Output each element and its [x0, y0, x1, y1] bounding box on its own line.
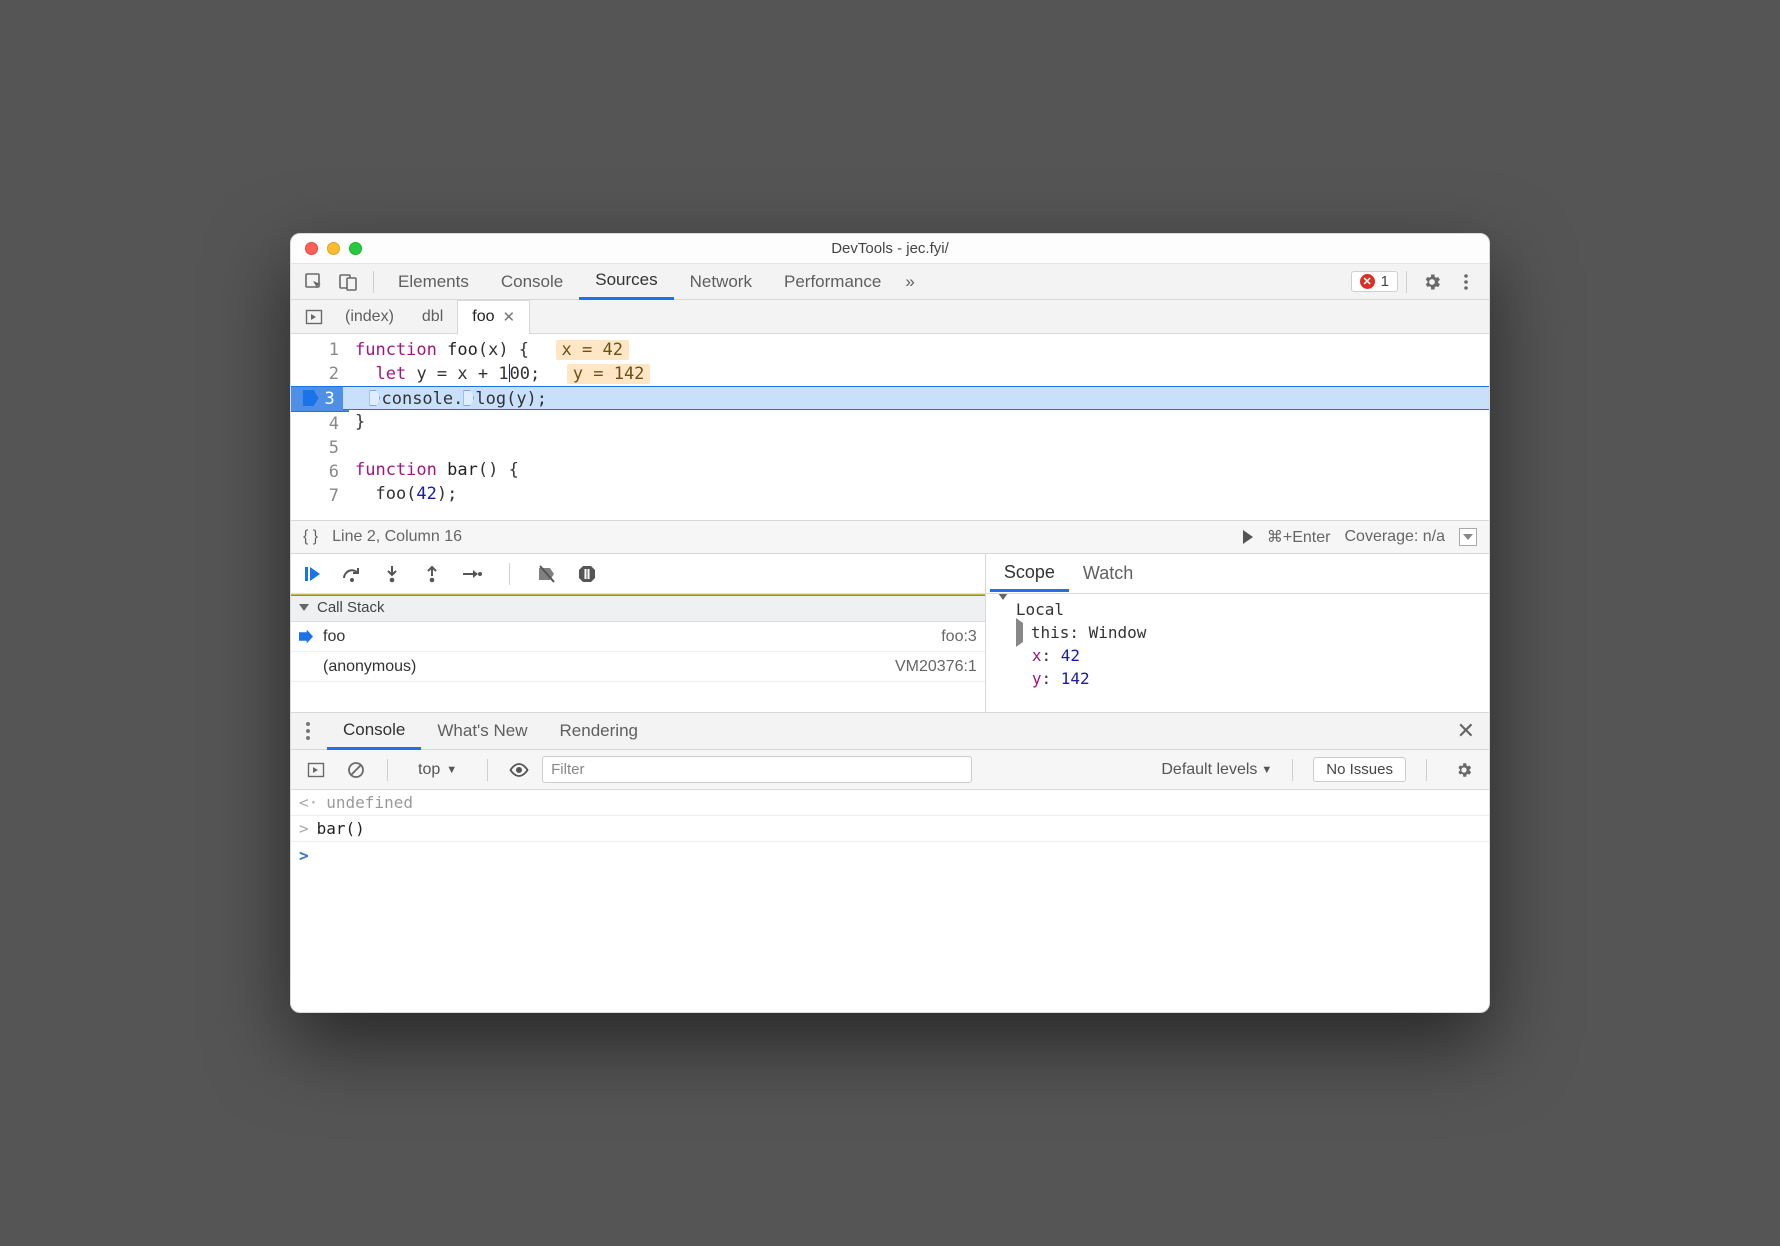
file-tab-dbl[interactable]: dbl — [408, 300, 457, 334]
console-output[interactable]: <·undefined >bar() > — [291, 790, 1489, 868]
scope-panel: Local this: Window x: 42 y: 142 — [986, 594, 1489, 712]
window-title: DevTools - jec.fyi/ — [291, 240, 1489, 257]
console-result-line: <·undefined — [291, 790, 1489, 816]
drawer-tab-console[interactable]: Console — [327, 712, 421, 750]
code-editor[interactable]: 1 2 3 4 5 6 7 function foo(x) { x = 42 l… — [291, 334, 1489, 520]
step-marker-icon — [369, 390, 380, 406]
console-sidebar-icon[interactable] — [305, 759, 327, 781]
coverage-toggle-icon[interactable] — [1459, 528, 1477, 546]
scope-watch-tabstrip: Scope Watch — [986, 554, 1489, 593]
scope-entry[interactable]: this: Window — [994, 621, 1481, 644]
execution-pointer-icon — [303, 390, 319, 406]
console-toolbar: top ▼ Filter Default levels ▼ No Issues — [291, 750, 1489, 790]
tabs-overflow-icon[interactable]: » — [897, 264, 922, 300]
line-gutter: 1 2 3 4 5 6 7 — [291, 334, 349, 520]
log-levels-select[interactable]: Default levels ▼ — [1161, 761, 1272, 779]
cursor-position: Line 2, Column 16 — [332, 528, 462, 546]
execution-context-select[interactable]: top ▼ — [408, 759, 467, 781]
drawer-tab-rendering[interactable]: Rendering — [544, 712, 654, 750]
drawer-tab-strip: Console What's New Rendering ✕ — [291, 712, 1489, 750]
inline-value-hint: x = 42 — [556, 340, 629, 360]
console-settings-icon[interactable] — [1453, 759, 1475, 781]
text-cursor — [509, 364, 510, 382]
live-expression-icon[interactable] — [508, 759, 530, 781]
devtools-window: DevTools - jec.fyi/ Elements Console Sou… — [290, 233, 1490, 1013]
error-icon: ✕ — [1360, 274, 1375, 289]
issues-button[interactable]: No Issues — [1313, 757, 1406, 782]
file-tab-foo[interactable]: foo ✕ — [457, 300, 530, 334]
inline-value-hint: y = 142 — [567, 364, 651, 384]
debugger-toolbar-row: Scope Watch — [291, 554, 1489, 594]
stack-frame[interactable]: foo foo:3 — [291, 622, 985, 652]
deactivate-breakpoints-icon[interactable] — [536, 563, 558, 585]
file-tab-index[interactable]: (index) — [331, 300, 408, 334]
step-into-icon[interactable] — [381, 563, 403, 585]
scope-entry[interactable]: x: 42 — [994, 644, 1481, 667]
step-marker-icon — [463, 390, 474, 406]
main-tab-strip: Elements Console Sources Network Perform… — [291, 264, 1489, 300]
step-out-icon[interactable] — [421, 563, 443, 585]
expand-icon — [1016, 618, 1023, 647]
editor-status-bar: { } Line 2, Column 16 ⌘+Enter Coverage: … — [291, 520, 1489, 554]
tab-elements[interactable]: Elements — [382, 264, 485, 300]
stack-frame[interactable]: (anonymous) VM20376:1 — [291, 652, 985, 682]
more-menu-icon[interactable] — [1455, 271, 1477, 293]
titlebar: DevTools - jec.fyi/ — [291, 234, 1489, 264]
error-count: 1 — [1381, 273, 1389, 290]
console-filter-input[interactable]: Filter — [542, 756, 972, 783]
error-count-badge[interactable]: ✕ 1 — [1351, 271, 1398, 292]
call-stack-header[interactable]: Call Stack — [291, 594, 985, 622]
scope-entry[interactable]: y: 142 — [994, 667, 1481, 690]
console-prompt[interactable]: > — [291, 842, 1489, 868]
tab-scope[interactable]: Scope — [990, 556, 1069, 592]
file-tab-strip: (index) dbl foo ✕ — [291, 300, 1489, 334]
scope-group[interactable]: Local — [994, 598, 1481, 621]
step-over-icon[interactable] — [341, 563, 363, 585]
tab-console[interactable]: Console — [485, 264, 579, 300]
tab-sources[interactable]: Sources — [579, 264, 673, 300]
drawer-menu-icon[interactable] — [297, 722, 319, 740]
pause-on-exceptions-icon[interactable] — [576, 563, 598, 585]
close-drawer-icon[interactable]: ✕ — [1449, 718, 1483, 744]
show-navigator-icon[interactable] — [303, 306, 325, 328]
resume-icon[interactable] — [301, 563, 323, 585]
drawer-tab-whatsnew[interactable]: What's New — [421, 712, 543, 750]
clear-console-icon[interactable] — [345, 759, 367, 781]
tab-network[interactable]: Network — [674, 264, 768, 300]
inspect-element-icon[interactable] — [303, 271, 325, 293]
call-stack-panel: Call Stack foo foo:3 (anonymous) VM20376… — [291, 594, 986, 712]
debug-panels: Call Stack foo foo:3 (anonymous) VM20376… — [291, 594, 1489, 712]
settings-icon[interactable] — [1421, 271, 1443, 293]
device-toolbar-icon[interactable] — [337, 271, 359, 293]
console-input-line: >bar() — [291, 816, 1489, 842]
current-frame-icon — [299, 630, 313, 644]
debugger-controls — [291, 554, 986, 593]
pretty-print-icon[interactable]: { } — [303, 528, 318, 546]
paused-overlay-strip — [291, 593, 985, 596]
close-tab-icon[interactable]: ✕ — [503, 308, 516, 326]
run-snippet-icon[interactable] — [1243, 530, 1253, 544]
run-shortcut-label: ⌘+Enter — [1267, 527, 1331, 547]
tab-performance[interactable]: Performance — [768, 264, 897, 300]
collapse-icon — [998, 594, 1008, 619]
collapse-icon — [299, 604, 309, 611]
coverage-label: Coverage: n/a — [1344, 528, 1445, 546]
code-content[interactable]: function foo(x) { x = 42 let y = x + 100… — [349, 334, 1489, 520]
tab-watch[interactable]: Watch — [1069, 557, 1147, 590]
step-icon[interactable] — [461, 563, 483, 585]
